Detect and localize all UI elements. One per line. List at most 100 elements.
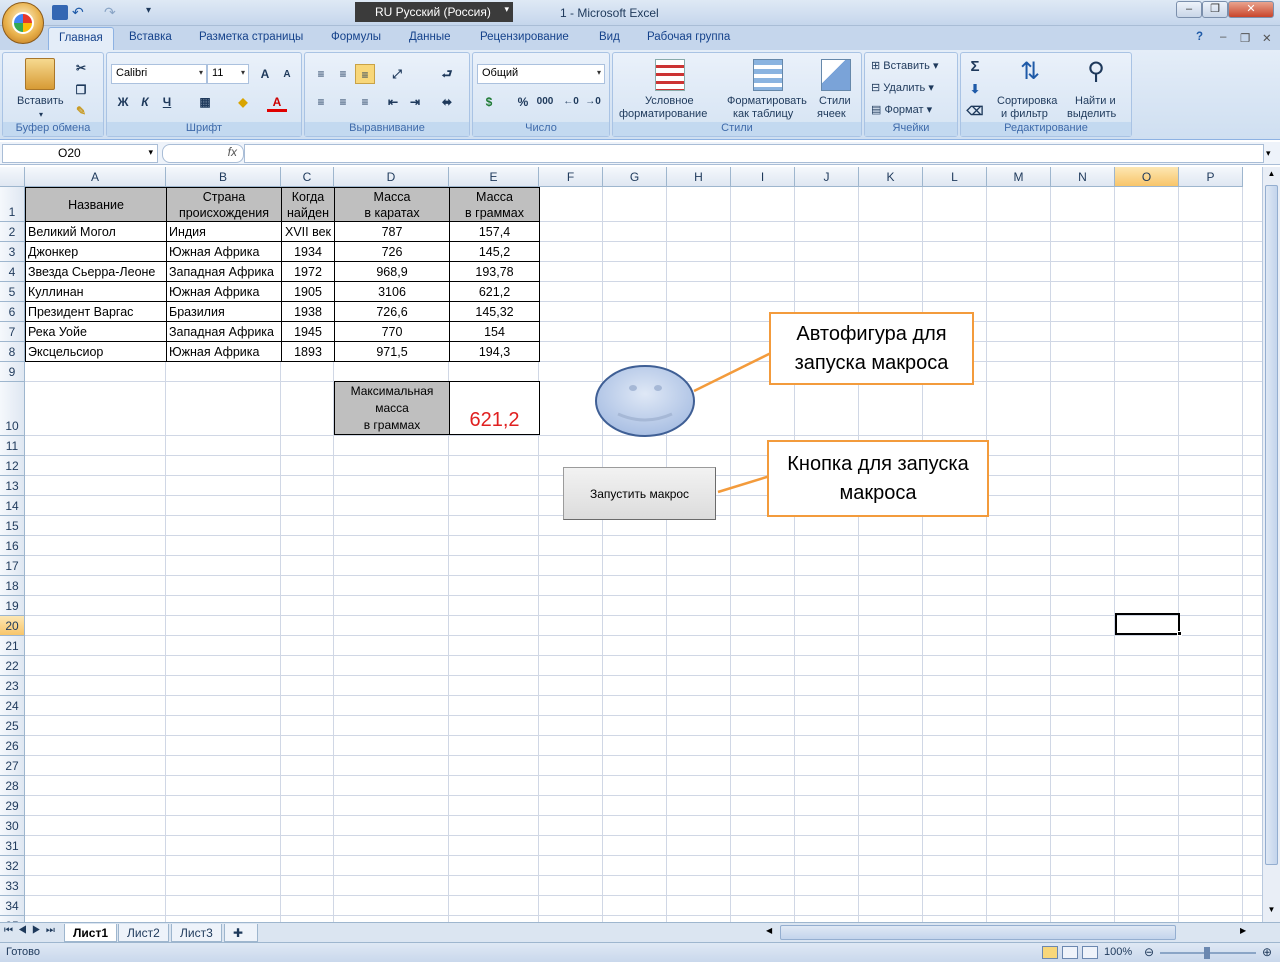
- align-bottom-icon[interactable]: ≡: [355, 64, 375, 84]
- column-header-l[interactable]: L: [923, 167, 987, 187]
- orientation-icon[interactable]: ⤢: [387, 64, 407, 84]
- tab-workgroup[interactable]: Рабочая группа: [647, 31, 730, 43]
- header-country[interactable]: Страна происхождения: [166, 187, 282, 222]
- row-header-21[interactable]: 21: [0, 636, 25, 656]
- row-header-29[interactable]: 29: [0, 796, 25, 816]
- column-header-j[interactable]: J: [795, 167, 859, 187]
- table-cell[interactable]: 1893: [281, 341, 335, 362]
- fill-icon[interactable]: ⬇: [965, 79, 985, 99]
- sheet-nav-arrows-icon[interactable]: ⏮◀▶⏭: [4, 925, 60, 936]
- table-cell[interactable]: 621,2: [449, 281, 540, 302]
- table-cell[interactable]: Куллинан: [25, 281, 167, 302]
- undo-icon[interactable]: ↶: [72, 5, 88, 20]
- conditional-formatting-label-2[interactable]: форматирование: [619, 108, 707, 121]
- table-cell[interactable]: 157,4: [449, 221, 540, 242]
- row-header-4[interactable]: 4: [0, 262, 25, 282]
- row-header-19[interactable]: 19: [0, 596, 25, 616]
- table-cell[interactable]: Эксцельсиор: [25, 341, 167, 362]
- number-format-select[interactable]: Общий ▾: [477, 64, 605, 84]
- scroll-up-icon[interactable]: ▲: [1265, 169, 1278, 182]
- table-cell[interactable]: 193,78: [449, 261, 540, 282]
- row-header-9[interactable]: 9: [0, 362, 25, 382]
- zoom-in-icon[interactable]: ⊕: [1262, 945, 1272, 959]
- tab-insert[interactable]: Вставка: [129, 31, 172, 43]
- clear-icon[interactable]: ⌫: [965, 101, 985, 121]
- binoculars-icon[interactable]: ⚲: [1081, 57, 1111, 89]
- currency-icon[interactable]: $: [479, 92, 499, 112]
- zoom-out-icon[interactable]: ⊖: [1144, 945, 1154, 959]
- autosum-icon[interactable]: Σ: [965, 57, 985, 77]
- copy-icon[interactable]: ❐: [71, 80, 91, 100]
- row-header-31[interactable]: 31: [0, 836, 25, 856]
- sort-filter-label-2[interactable]: и фильтр: [1001, 108, 1048, 121]
- shrink-font-icon[interactable]: A: [277, 65, 297, 85]
- row-header-26[interactable]: 26: [0, 736, 25, 756]
- borders-icon[interactable]: ▦: [195, 92, 215, 112]
- scroll-down-icon[interactable]: ▼: [1265, 905, 1278, 918]
- cut-icon[interactable]: ✂: [71, 58, 91, 78]
- name-box[interactable]: O20 ▾: [2, 144, 158, 163]
- cell-styles-label-1[interactable]: Стили: [819, 95, 851, 108]
- table-cell[interactable]: 726: [334, 241, 450, 262]
- table-cell[interactable]: 1945: [281, 321, 335, 342]
- vertical-scrollbar[interactable]: ▲ ▼: [1262, 167, 1280, 922]
- row-header-12[interactable]: 12: [0, 456, 25, 476]
- row-header-3[interactable]: 3: [0, 242, 25, 262]
- chevron-down-icon[interactable]: ▾: [39, 108, 43, 121]
- column-header-g[interactable]: G: [603, 167, 667, 187]
- row-header-17[interactable]: 17: [0, 556, 25, 576]
- paste-button[interactable]: Вставить: [17, 95, 64, 108]
- table-cell[interactable]: Южная Африка: [166, 241, 282, 262]
- font-color-icon[interactable]: A: [267, 92, 287, 112]
- format-cells-button[interactable]: ▤ Формат ▾: [871, 104, 932, 117]
- column-header-m[interactable]: M: [987, 167, 1051, 187]
- zoom-slider-handle[interactable]: [1204, 947, 1210, 959]
- row-header-5[interactable]: 5: [0, 282, 25, 302]
- table-cell[interactable]: 3106: [334, 281, 450, 302]
- ribbon-close-icon[interactable]: ✕: [1262, 31, 1272, 45]
- percent-button[interactable]: %: [513, 92, 533, 112]
- row-header-2[interactable]: 2: [0, 222, 25, 242]
- minimize-button[interactable]: –: [1176, 1, 1202, 18]
- row-header-1[interactable]: 1: [0, 187, 25, 222]
- table-cell[interactable]: XVII век: [281, 221, 335, 242]
- header-carats[interactable]: Масса в каратах: [334, 187, 450, 222]
- scroll-left-icon[interactable]: ◀: [766, 926, 778, 939]
- sheet-tab-3[interactable]: Лист3: [171, 924, 222, 942]
- max-mass-value-cell[interactable]: 621,2: [449, 381, 540, 435]
- horizontal-scroll-thumb[interactable]: [780, 925, 1176, 940]
- format-as-table-icon[interactable]: [753, 59, 783, 91]
- table-cell[interactable]: Индия: [166, 221, 282, 242]
- decrease-indent-icon[interactable]: ⇤: [383, 92, 403, 112]
- restore-button[interactable]: ❐: [1202, 1, 1228, 18]
- row-header-6[interactable]: 6: [0, 302, 25, 322]
- row-header-30[interactable]: 30: [0, 816, 25, 836]
- row-header-8[interactable]: 8: [0, 342, 25, 362]
- fill-color-icon[interactable]: ◆: [233, 92, 253, 112]
- increase-indent-icon[interactable]: ⇥: [405, 92, 425, 112]
- format-as-table-label-2[interactable]: как таблицу: [733, 108, 793, 121]
- row-header-27[interactable]: 27: [0, 756, 25, 776]
- table-cell[interactable]: Звезда Сьерра-Леоне: [25, 261, 167, 282]
- column-header-c[interactable]: C: [281, 167, 334, 187]
- table-cell[interactable]: Великий Могол: [25, 221, 167, 242]
- normal-view-icon[interactable]: [1042, 946, 1058, 959]
- sheet-tab-2[interactable]: Лист2: [118, 924, 169, 942]
- tab-review[interactable]: Рецензирование: [480, 31, 569, 43]
- row-header-20[interactable]: 20: [0, 616, 25, 636]
- cell-styles-icon[interactable]: [821, 59, 851, 91]
- row-header-25[interactable]: 25: [0, 716, 25, 736]
- insert-cells-button[interactable]: ⊞ Вставить ▾: [871, 60, 939, 73]
- table-cell[interactable]: 1938: [281, 301, 335, 322]
- table-cell[interactable]: 726,6: [334, 301, 450, 322]
- conditional-formatting-label-1[interactable]: Условное: [645, 95, 694, 108]
- row-header-22[interactable]: 22: [0, 656, 25, 676]
- align-top-icon[interactable]: ≡: [311, 64, 331, 84]
- expand-formula-icon[interactable]: ▾: [1266, 144, 1278, 163]
- sort-filter-label-1[interactable]: Сортировка: [997, 95, 1057, 108]
- autoshape-callout[interactable]: Автофигура для запуска макроса: [769, 312, 974, 385]
- header-grams[interactable]: Масса в граммах: [449, 187, 540, 222]
- header-name[interactable]: Название: [25, 187, 167, 222]
- tab-home[interactable]: Главная: [48, 27, 114, 51]
- language-indicator[interactable]: RU Русский (Россия) ▾: [355, 2, 513, 22]
